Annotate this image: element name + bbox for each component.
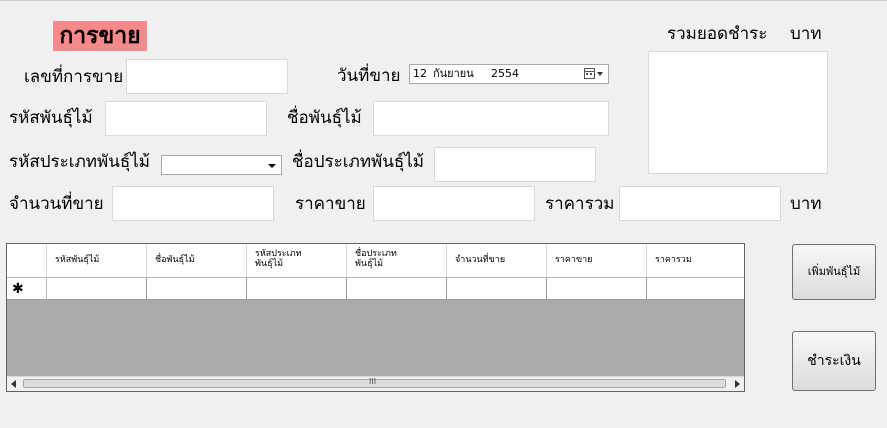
row-header-cell[interactable]: ✱: [7, 278, 47, 300]
new-row-icon: ✱: [12, 281, 24, 297]
sales-grid[interactable]: รหัสพันธุ์ไม้ ชื่อพันธุ์ไม้ รหัสประเภท พ…: [6, 243, 745, 392]
sale-date-day: 12: [413, 67, 427, 80]
grid-header-qty[interactable]: จำนวนที่ขาย: [447, 244, 547, 277]
grid-cell[interactable]: [147, 278, 247, 300]
scroll-grip-icon: III: [369, 377, 377, 386]
grid-cell[interactable]: [247, 278, 347, 300]
plant-name-input[interactable]: [373, 101, 609, 136]
chevron-down-icon[interactable]: [268, 164, 276, 168]
sale-date-month: กันยายน: [433, 67, 474, 80]
grid-cell[interactable]: [347, 278, 447, 300]
scrollbar-thumb[interactable]: III: [23, 377, 726, 388]
grid-header-price[interactable]: ราคาขาย: [547, 244, 647, 277]
pay-button[interactable]: ชำระเงิน: [792, 331, 876, 391]
grid-cell[interactable]: [547, 278, 647, 300]
grid-header-total[interactable]: ราคารวม: [647, 244, 744, 277]
type-name-input[interactable]: [434, 147, 596, 182]
calendar-dropdown-icon[interactable]: [584, 68, 604, 80]
baht-label: บาท: [790, 194, 822, 214]
plant-name-label: ชื่อพันธุ์ไม้: [287, 108, 362, 128]
grid-header: รหัสพันธุ์ไม้ ชื่อพันธุ์ไม้ รหัสประเภท พ…: [7, 244, 744, 277]
scroll-right-icon[interactable]: [733, 380, 741, 388]
sale-date-picker[interactable]: 12 กันยายน 2554: [409, 64, 609, 84]
grand-total-label: รวมยอดชำระ: [667, 24, 768, 44]
sale-date-year: 2554: [491, 67, 519, 80]
type-name-label: ชื่อประเภทพันธุ์ไม้: [292, 152, 424, 172]
price-label: ราคาขาย: [295, 194, 366, 214]
grid-header-plant-name[interactable]: ชื่อพันธุ์ไม้: [147, 244, 247, 277]
qty-input[interactable]: [112, 186, 274, 221]
grand-total-unit: บาท: [790, 24, 822, 44]
sale-date-label: วันที่ขาย: [337, 66, 401, 86]
grid-header-type-name[interactable]: ชื่อประเภท พันธุ์ไม้: [347, 244, 447, 277]
grid-header-type-code[interactable]: รหัสประเภท พันธุ์ไม้: [247, 244, 347, 277]
total-input[interactable]: [619, 186, 781, 221]
grid-header-plant-code[interactable]: รหัสพันธุ์ไม้: [47, 244, 147, 277]
type-code-label: รหัสประเภทพันธุ์ไม้: [9, 152, 150, 172]
add-plant-button[interactable]: เพิ่มพันธุ์ไม้: [792, 244, 876, 300]
plant-code-input[interactable]: [105, 101, 267, 136]
qty-label: จำนวนที่ขาย: [9, 194, 104, 214]
table-row[interactable]: ✱: [7, 277, 744, 300]
horizontal-scrollbar[interactable]: III: [7, 376, 744, 391]
scroll-left-icon[interactable]: [10, 380, 18, 388]
sale-no-label: เลขที่การขาย: [24, 67, 124, 87]
sale-no-input[interactable]: [126, 59, 288, 94]
total-label: ราคารวม: [545, 194, 615, 214]
plant-code-label: รหัสพันธุ์ไม้: [9, 108, 93, 128]
grid-cell[interactable]: [447, 278, 547, 300]
grid-cell[interactable]: [647, 278, 744, 300]
type-code-combo[interactable]: [161, 155, 282, 175]
form-title: การขาย: [53, 21, 147, 51]
price-input[interactable]: [373, 186, 535, 221]
grid-corner-cell: [7, 244, 47, 277]
grid-cell[interactable]: [47, 278, 147, 300]
grand-total-box[interactable]: [648, 51, 828, 174]
